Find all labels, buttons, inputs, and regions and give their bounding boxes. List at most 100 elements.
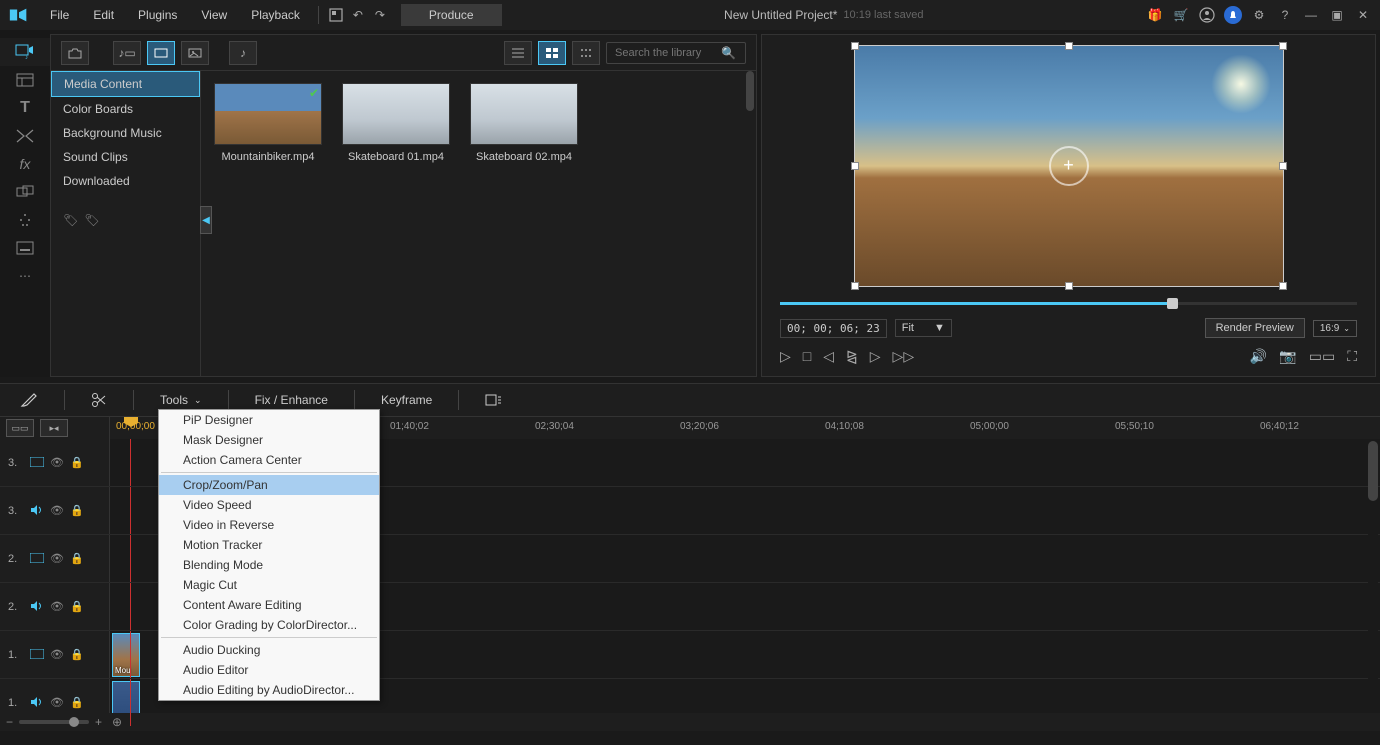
fast-forward-icon[interactable]: ▷▷: [893, 348, 915, 365]
zoom-thumb[interactable]: [69, 717, 79, 727]
tools-menu-item[interactable]: Content Aware Editing: [159, 595, 379, 615]
step-back-icon[interactable]: ⧎: [846, 348, 858, 365]
tools-menu-item[interactable]: Blending Mode: [159, 555, 379, 575]
track-label[interactable]: 3.👁🔒: [0, 439, 110, 486]
timeline-vertical-scrollbar[interactable]: [1368, 441, 1378, 715]
produce-button[interactable]: Produce: [401, 4, 502, 26]
keyframe-button[interactable]: Keyframe: [373, 389, 440, 411]
tools-menu-item[interactable]: Mask Designer: [159, 430, 379, 450]
gift-icon[interactable]: 🎁: [1146, 6, 1164, 24]
fix-enhance-button[interactable]: Fix / Enhance: [247, 389, 336, 411]
prev-frame-icon[interactable]: ◁: [823, 348, 834, 365]
track-label[interactable]: 2.👁🔒: [0, 583, 110, 630]
scrollbar-thumb[interactable]: [1368, 441, 1378, 501]
lib-view-image-icon[interactable]: [181, 41, 209, 65]
lib-cat-sound-clips[interactable]: Sound Clips: [51, 145, 200, 169]
pen-tool-icon[interactable]: [12, 388, 46, 412]
zoom-in-icon[interactable]: +: [95, 715, 102, 729]
resize-handle-tl[interactable]: [851, 42, 859, 50]
rail-templates-icon[interactable]: [0, 66, 50, 94]
track-lock-icon[interactable]: 🔒: [70, 456, 84, 469]
track-label[interactable]: 3.👁🔒: [0, 487, 110, 534]
tools-menu-item[interactable]: Audio Editing by AudioDirector...: [159, 680, 379, 700]
close-icon[interactable]: ✕: [1354, 6, 1372, 24]
scrollbar-thumb[interactable]: [746, 71, 754, 111]
tools-menu-item[interactable]: Video Speed: [159, 495, 379, 515]
lib-view-options-icon[interactable]: [572, 41, 600, 65]
track-lock-icon[interactable]: 🔒: [70, 504, 84, 517]
preview-seek-slider[interactable]: [780, 296, 1357, 312]
snapshot-icon[interactable]: 📷: [1279, 348, 1296, 365]
track-lock-icon[interactable]: 🔒: [70, 552, 84, 565]
lib-cat-background-music[interactable]: Background Music: [51, 121, 200, 145]
track-visibility-icon[interactable]: 👁: [50, 456, 64, 469]
menu-edit[interactable]: Edit: [83, 4, 124, 26]
render-preview-button[interactable]: Render Preview: [1205, 318, 1305, 338]
library-search[interactable]: 🔍: [606, 42, 746, 64]
rail-particle-icon[interactable]: [0, 206, 50, 234]
import-icon[interactable]: [61, 41, 89, 65]
resize-handle-tm[interactable]: [1065, 42, 1073, 50]
menu-playback[interactable]: Playback: [241, 4, 310, 26]
zoom-fit-icon[interactable]: ⊕: [112, 715, 122, 729]
menu-file[interactable]: File: [40, 4, 79, 26]
lib-cat-media-content[interactable]: Media Content: [51, 71, 200, 97]
timeline-view-clips-icon[interactable]: ▭▭: [6, 419, 34, 437]
media-thumbnail[interactable]: [470, 83, 578, 145]
rail-more-icon[interactable]: ⋯: [0, 262, 50, 290]
minimize-icon[interactable]: —: [1302, 6, 1320, 24]
redo-icon[interactable]: ↷: [371, 6, 389, 24]
media-item[interactable]: ✔ Mountainbiker.mp4: [213, 83, 323, 163]
menu-view[interactable]: View: [191, 4, 237, 26]
media-thumbnail[interactable]: ✔: [214, 83, 322, 145]
rail-media-icon[interactable]: ♪: [0, 38, 50, 66]
rail-subtitle-icon[interactable]: [0, 234, 50, 262]
track-label[interactable]: 2.👁🔒: [0, 535, 110, 582]
zoom-fit-select[interactable]: Fit▼: [895, 319, 952, 337]
screenshot-icon[interactable]: [327, 6, 345, 24]
lib-cat-downloaded[interactable]: Downloaded: [51, 169, 200, 193]
timecode-display[interactable]: 00; 00; 06; 23: [780, 319, 887, 338]
lib-view-grid-icon[interactable]: [538, 41, 566, 65]
lib-view-video-icon[interactable]: [147, 41, 175, 65]
tag-add-icon[interactable]: 🏷: [63, 213, 78, 227]
dual-preview-icon[interactable]: ▭▭: [1309, 348, 1335, 365]
volume-icon[interactable]: 🔊: [1250, 348, 1267, 365]
tools-menu-item[interactable]: Audio Editor: [159, 660, 379, 680]
tools-menu-item[interactable]: Action Camera Center: [159, 450, 379, 470]
lib-view-music-icon[interactable]: ♪▭: [113, 41, 141, 65]
tools-menu-item[interactable]: Video in Reverse: [159, 515, 379, 535]
preview-canvas[interactable]: +: [768, 41, 1369, 290]
slider-thumb[interactable]: [1167, 298, 1178, 309]
track-visibility-icon[interactable]: 👁: [50, 600, 64, 613]
split-tool-icon[interactable]: [83, 388, 115, 412]
media-item[interactable]: Skateboard 01.mp4: [341, 83, 451, 163]
track-visibility-icon[interactable]: 👁: [50, 504, 64, 517]
undo-icon[interactable]: ↶: [349, 6, 367, 24]
track-lock-icon[interactable]: 🔒: [70, 600, 84, 613]
resize-handle-bm[interactable]: [1065, 282, 1073, 290]
rail-overlay-icon[interactable]: [0, 178, 50, 206]
tools-menu-item[interactable]: Motion Tracker: [159, 535, 379, 555]
resize-handle-mr[interactable]: [1279, 162, 1287, 170]
timeline-clip[interactable]: Mou: [112, 633, 140, 677]
user-icon[interactable]: [1198, 6, 1216, 24]
rail-transition-icon[interactable]: [0, 122, 50, 150]
notification-icon[interactable]: [1224, 6, 1242, 24]
cart-icon[interactable]: 🛒: [1172, 6, 1190, 24]
tools-dropdown-button[interactable]: Tools⌄: [152, 389, 210, 411]
tools-menu-item[interactable]: Crop/Zoom/Pan: [159, 475, 379, 495]
track-visibility-icon[interactable]: 👁: [50, 648, 64, 661]
timeline-view-markers-icon[interactable]: ▸◂: [40, 419, 68, 437]
help-icon[interactable]: ?: [1276, 6, 1294, 24]
resize-handle-br[interactable]: [1279, 282, 1287, 290]
more-options-icon[interactable]: [477, 389, 509, 411]
popout-icon[interactable]: ⛶: [1347, 348, 1357, 365]
track-lock-icon[interactable]: 🔒: [70, 648, 84, 661]
track-visibility-icon[interactable]: 👁: [50, 696, 64, 709]
track-label[interactable]: 1.👁🔒: [0, 631, 110, 678]
timeline-zoom-slider[interactable]: [19, 720, 89, 724]
resize-handle-ml[interactable]: [851, 162, 859, 170]
rail-effects-icon[interactable]: fx: [0, 150, 50, 178]
library-search-input[interactable]: [615, 47, 715, 59]
